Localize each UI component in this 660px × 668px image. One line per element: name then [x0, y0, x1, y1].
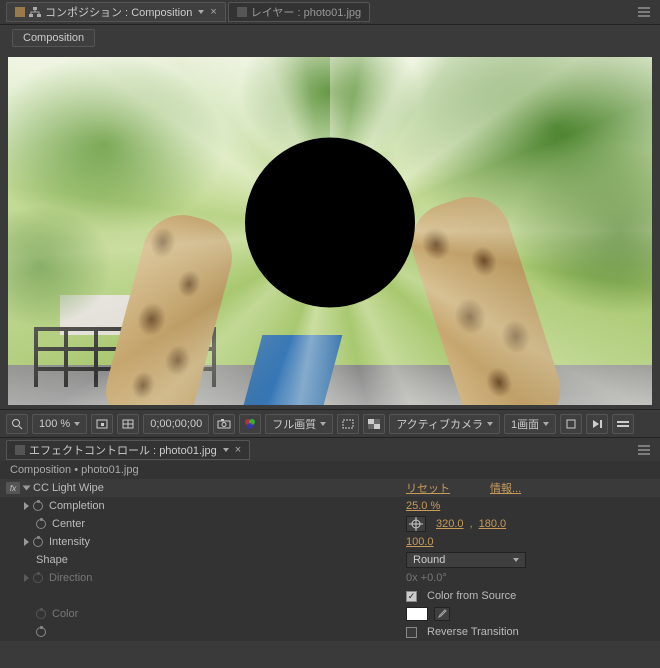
grid-icon[interactable]: [117, 414, 139, 434]
quality-dropdown[interactable]: フル画質: [265, 414, 333, 434]
channels-icon[interactable]: [239, 414, 261, 434]
direction-value: 0x +0.0°: [406, 572, 447, 584]
prop-shape: Shape Round: [0, 551, 660, 569]
center-y-value[interactable]: 180.0: [479, 518, 507, 530]
twirl-icon[interactable]: [24, 502, 29, 510]
eyedropper-icon[interactable]: [434, 607, 450, 621]
center-x-value[interactable]: 320.0: [436, 518, 464, 530]
prop-label: Shape: [36, 554, 68, 566]
stopwatch-icon[interactable]: [33, 501, 43, 511]
breadcrumb: Composition • photo01.jpg: [0, 461, 660, 479]
tab-label: エフェクトコントロール : photo01.jpg: [29, 442, 217, 458]
twirl-icon: [24, 574, 29, 582]
reset-link[interactable]: リセット: [406, 480, 450, 496]
prop-label: Color from Source: [427, 590, 516, 602]
camera-dropdown[interactable]: アクティブカメラ: [389, 414, 500, 434]
stopwatch-icon[interactable]: [33, 537, 43, 547]
prop-label: Intensity: [49, 536, 90, 548]
prop-completion: Completion 25.0 %: [0, 497, 660, 515]
effect-controls-tabs: エフェクトコントロール : photo01.jpg ×: [0, 437, 660, 461]
preview-image: [8, 57, 652, 405]
effect-name[interactable]: CC Light Wipe: [33, 482, 104, 494]
layer-icon: [237, 7, 247, 17]
twirl-icon[interactable]: [23, 486, 31, 491]
panel-menu-icon[interactable]: [638, 445, 650, 455]
resolution-icon[interactable]: [91, 414, 113, 434]
views-dropdown[interactable]: 1画面: [504, 414, 556, 434]
panel-icon: [15, 445, 25, 455]
prop-label: Direction: [49, 572, 92, 584]
checkbox-color-from-source[interactable]: ✓: [406, 591, 417, 602]
composition-panel-tabs: コンポジション : Composition × レイヤー : photo01.j…: [0, 0, 660, 25]
prop-label: Completion: [49, 500, 105, 512]
prop-color-from-source: ✓ Color from Source: [0, 587, 660, 605]
prop-reverse-transition: Reverse Transition: [0, 623, 660, 641]
crosshair-icon[interactable]: [406, 516, 426, 532]
intensity-value[interactable]: 100.0: [406, 536, 434, 548]
pixel-aspect-icon[interactable]: [560, 414, 582, 434]
tab-effect-controls[interactable]: エフェクトコントロール : photo01.jpg ×: [6, 440, 250, 460]
timecode-field[interactable]: 0;00;00;00: [143, 414, 209, 434]
prop-direction: Direction 0x +0.0°: [0, 569, 660, 587]
chevron-down-icon[interactable]: [198, 10, 204, 14]
transparency-icon[interactable]: [363, 414, 385, 434]
effect-header-row: fx CC Light Wipe リセット 情報...: [0, 479, 660, 497]
composition-dropdown[interactable]: Composition: [12, 29, 95, 47]
stopwatch-icon[interactable]: [36, 627, 46, 637]
effect-properties: fx CC Light Wipe リセット 情報... Completion 2…: [0, 479, 660, 641]
magnify-icon[interactable]: [6, 414, 28, 434]
stopwatch-icon[interactable]: [36, 519, 46, 529]
stopwatch-icon: [36, 609, 46, 619]
color-swatch[interactable]: [406, 607, 428, 621]
about-link[interactable]: 情報...: [490, 480, 521, 496]
close-icon[interactable]: ×: [210, 6, 216, 18]
prop-label: Center: [52, 518, 85, 530]
close-icon[interactable]: ×: [235, 444, 241, 456]
region-icon[interactable]: [337, 414, 359, 434]
prop-label: Color: [52, 608, 78, 620]
completion-value[interactable]: 25.0 %: [406, 500, 440, 512]
fast-preview-icon[interactable]: [586, 414, 608, 434]
zoom-dropdown[interactable]: 100 %: [32, 414, 87, 434]
tab-layer[interactable]: レイヤー : photo01.jpg: [228, 2, 370, 22]
prop-label: Reverse Transition: [427, 626, 519, 638]
shape-dropdown[interactable]: Round: [406, 552, 526, 568]
prop-center: Center 320.0, 180.0: [0, 515, 660, 533]
prop-intensity: Intensity 100.0: [0, 533, 660, 551]
composition-preview-area: [0, 51, 660, 409]
fx-badge-icon[interactable]: fx: [6, 482, 20, 494]
prop-color: Color: [0, 605, 660, 623]
preview-footer-toolbar: 100 % 0;00;00;00 フル画質 アクティブカメラ 1画面: [0, 409, 660, 437]
flowchart-icon: [29, 7, 41, 17]
panel-menu-icon[interactable]: [638, 7, 650, 17]
composition-menu-strip: Composition: [0, 25, 660, 51]
chevron-down-icon[interactable]: [223, 448, 229, 452]
tab-composition[interactable]: コンポジション : Composition ×: [6, 2, 226, 22]
timeline-icon[interactable]: [612, 414, 634, 434]
snapshot-icon[interactable]: [213, 414, 235, 434]
stopwatch-icon: [33, 573, 43, 583]
tab-label: レイヤー : photo01.jpg: [251, 4, 361, 20]
composition-viewport[interactable]: [8, 57, 652, 405]
tab-label: コンポジション : Composition: [45, 4, 192, 20]
twirl-icon[interactable]: [24, 538, 29, 546]
checkbox-reverse-transition[interactable]: [406, 627, 417, 638]
composition-icon: [15, 7, 25, 17]
